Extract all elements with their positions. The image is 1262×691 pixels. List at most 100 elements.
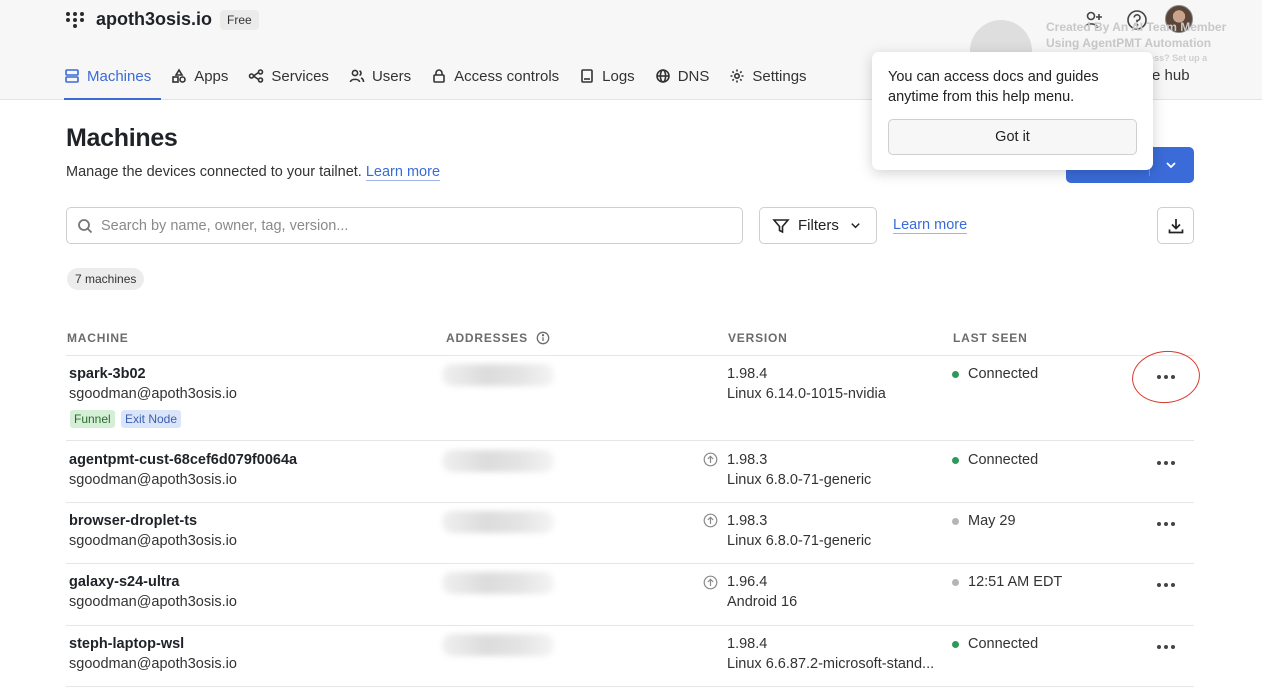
- nav-label: Users: [371, 67, 412, 85]
- subtitle-text: Manage the devices connected to your tai…: [66, 164, 362, 180]
- plan-badge: Free: [220, 10, 259, 30]
- lock-icon: [433, 69, 445, 83]
- nav-label: DNS: [677, 67, 710, 85]
- nav-services[interactable]: Services: [248, 58, 339, 94]
- status-offline-dot: [952, 518, 959, 525]
- col-header-addresses[interactable]: ADDRESSES: [446, 331, 550, 345]
- help-tooltip: You can access docs and guides anytime f…: [872, 52, 1153, 170]
- user-avatar[interactable]: [1165, 5, 1193, 33]
- nav-apps[interactable]: Apps: [171, 58, 238, 94]
- version: 1.98.3: [727, 452, 768, 468]
- row-menu-button[interactable]: [1152, 453, 1180, 473]
- info-icon[interactable]: [536, 331, 550, 345]
- row-divider: [66, 563, 1194, 564]
- machine-name[interactable]: spark-3b02: [69, 366, 146, 382]
- address-redacted: [442, 511, 554, 533]
- users-icon: [349, 69, 365, 83]
- machines-icon: [65, 69, 79, 83]
- search-input[interactable]: [101, 217, 721, 234]
- nav-users[interactable]: Users: [349, 58, 421, 94]
- version: 1.98.3: [727, 513, 768, 529]
- filters-button[interactable]: Filters: [759, 207, 877, 244]
- tooltip-text: You can access docs and guides anytime f…: [888, 69, 1099, 105]
- page-subtitle: Manage the devices connected to your tai…: [66, 164, 441, 181]
- machine-name[interactable]: steph-laptop-wsl: [69, 636, 184, 652]
- machine-name[interactable]: agentpmt-cust-68cef6d079f0064a: [69, 452, 297, 468]
- tag-funnel: Funnel: [70, 410, 115, 428]
- main-nav: Machines Apps Services Users Access cont…: [64, 58, 827, 100]
- logs-icon: [581, 69, 593, 83]
- last-seen: Connected: [968, 452, 1039, 468]
- got-it-button[interactable]: Got it: [888, 119, 1137, 155]
- nav-label: Settings: [752, 67, 807, 85]
- col-header-last-seen[interactable]: LAST SEEN: [953, 331, 1028, 345]
- learn-more-link[interactable]: Learn more: [365, 164, 441, 181]
- page-title: Machines: [66, 124, 178, 152]
- last-seen: Connected: [968, 366, 1039, 382]
- col-header-version[interactable]: VERSION: [728, 331, 788, 345]
- version: 1.96.4: [727, 574, 768, 590]
- nav-logs[interactable]: Logs: [579, 58, 645, 94]
- machine-owner: sgoodman@apoth3osis.io: [69, 386, 237, 402]
- update-available-icon[interactable]: [703, 513, 718, 528]
- last-seen: Connected: [968, 636, 1039, 652]
- globe-icon: [655, 69, 670, 83]
- chevron-down-icon: [851, 223, 860, 229]
- last-seen: 12:51 AM EDT: [968, 574, 1063, 590]
- nav-label: Logs: [602, 67, 635, 85]
- search-icon: [78, 218, 93, 233]
- status-online-dot: [952, 457, 959, 464]
- export-button[interactable]: [1157, 207, 1194, 244]
- os-version: Linux 6.14.0-1015-nvidia: [727, 386, 886, 402]
- col-header-machine[interactable]: MACHINE: [67, 331, 129, 345]
- filter-icon: [772, 218, 790, 233]
- tag-exit-node: Exit Node: [121, 410, 182, 428]
- update-available-icon[interactable]: [703, 575, 718, 590]
- nav-label: Access controls: [454, 67, 560, 85]
- row-menu-button[interactable]: [1152, 637, 1180, 657]
- nav-machines[interactable]: Machines: [64, 58, 162, 100]
- machine-owner: sgoodman@apoth3osis.io: [69, 656, 237, 672]
- os-version: Android 16: [727, 594, 798, 610]
- search-box[interactable]: [66, 207, 743, 244]
- status-online-dot: [952, 371, 959, 378]
- nav-label: Machines: [87, 67, 152, 85]
- update-available-icon[interactable]: [703, 452, 718, 467]
- help-icon[interactable]: [1126, 9, 1148, 31]
- last-seen: May 29: [968, 513, 1016, 529]
- os-version: Linux 6.8.0-71-generic: [727, 533, 872, 549]
- os-version: Linux 6.6.87.2-microsoft-stand...: [727, 656, 935, 672]
- tailscale-logo-icon[interactable]: [66, 12, 84, 28]
- address-redacted: [442, 572, 554, 594]
- filters-learn-more-link[interactable]: Learn more: [893, 217, 968, 234]
- col-header-label: ADDRESSES: [446, 331, 528, 345]
- address-redacted: [442, 450, 554, 472]
- machine-owner: sgoodman@apoth3osis.io: [69, 472, 237, 488]
- chevron-down-icon[interactable]: [1164, 158, 1178, 172]
- address-redacted: [442, 634, 554, 656]
- machine-count-badge: 7 machines: [67, 268, 145, 290]
- tailnet-name[interactable]: apoth3osis.io: [96, 9, 212, 30]
- status-offline-dot: [952, 579, 959, 586]
- row-menu-button[interactable]: [1152, 514, 1180, 534]
- os-version: Linux 6.8.0-71-generic: [727, 472, 872, 488]
- row-divider: [66, 355, 1194, 356]
- machine-name[interactable]: browser-droplet-ts: [69, 513, 197, 529]
- filters-label: Filters: [798, 217, 839, 234]
- row-divider: [66, 502, 1194, 503]
- version: 1.98.4: [727, 636, 768, 652]
- nav-settings[interactable]: Settings: [729, 58, 816, 94]
- row-menu-button[interactable]: [1152, 575, 1180, 595]
- services-icon: [249, 69, 264, 83]
- gear-icon: [730, 69, 744, 83]
- nav-access-controls[interactable]: Access controls: [431, 58, 569, 94]
- download-icon: [1168, 219, 1184, 234]
- row-divider: [66, 686, 1194, 687]
- apps-icon: [172, 68, 187, 83]
- annotation-circle: [1129, 347, 1203, 407]
- machine-name[interactable]: galaxy-s24-ultra: [69, 574, 179, 590]
- nav-dns[interactable]: DNS: [655, 58, 720, 94]
- nav-resource-hub[interactable]: e hub: [1152, 67, 1190, 84]
- nav-label: Apps: [194, 67, 229, 85]
- invite-user-icon[interactable]: [1082, 9, 1104, 31]
